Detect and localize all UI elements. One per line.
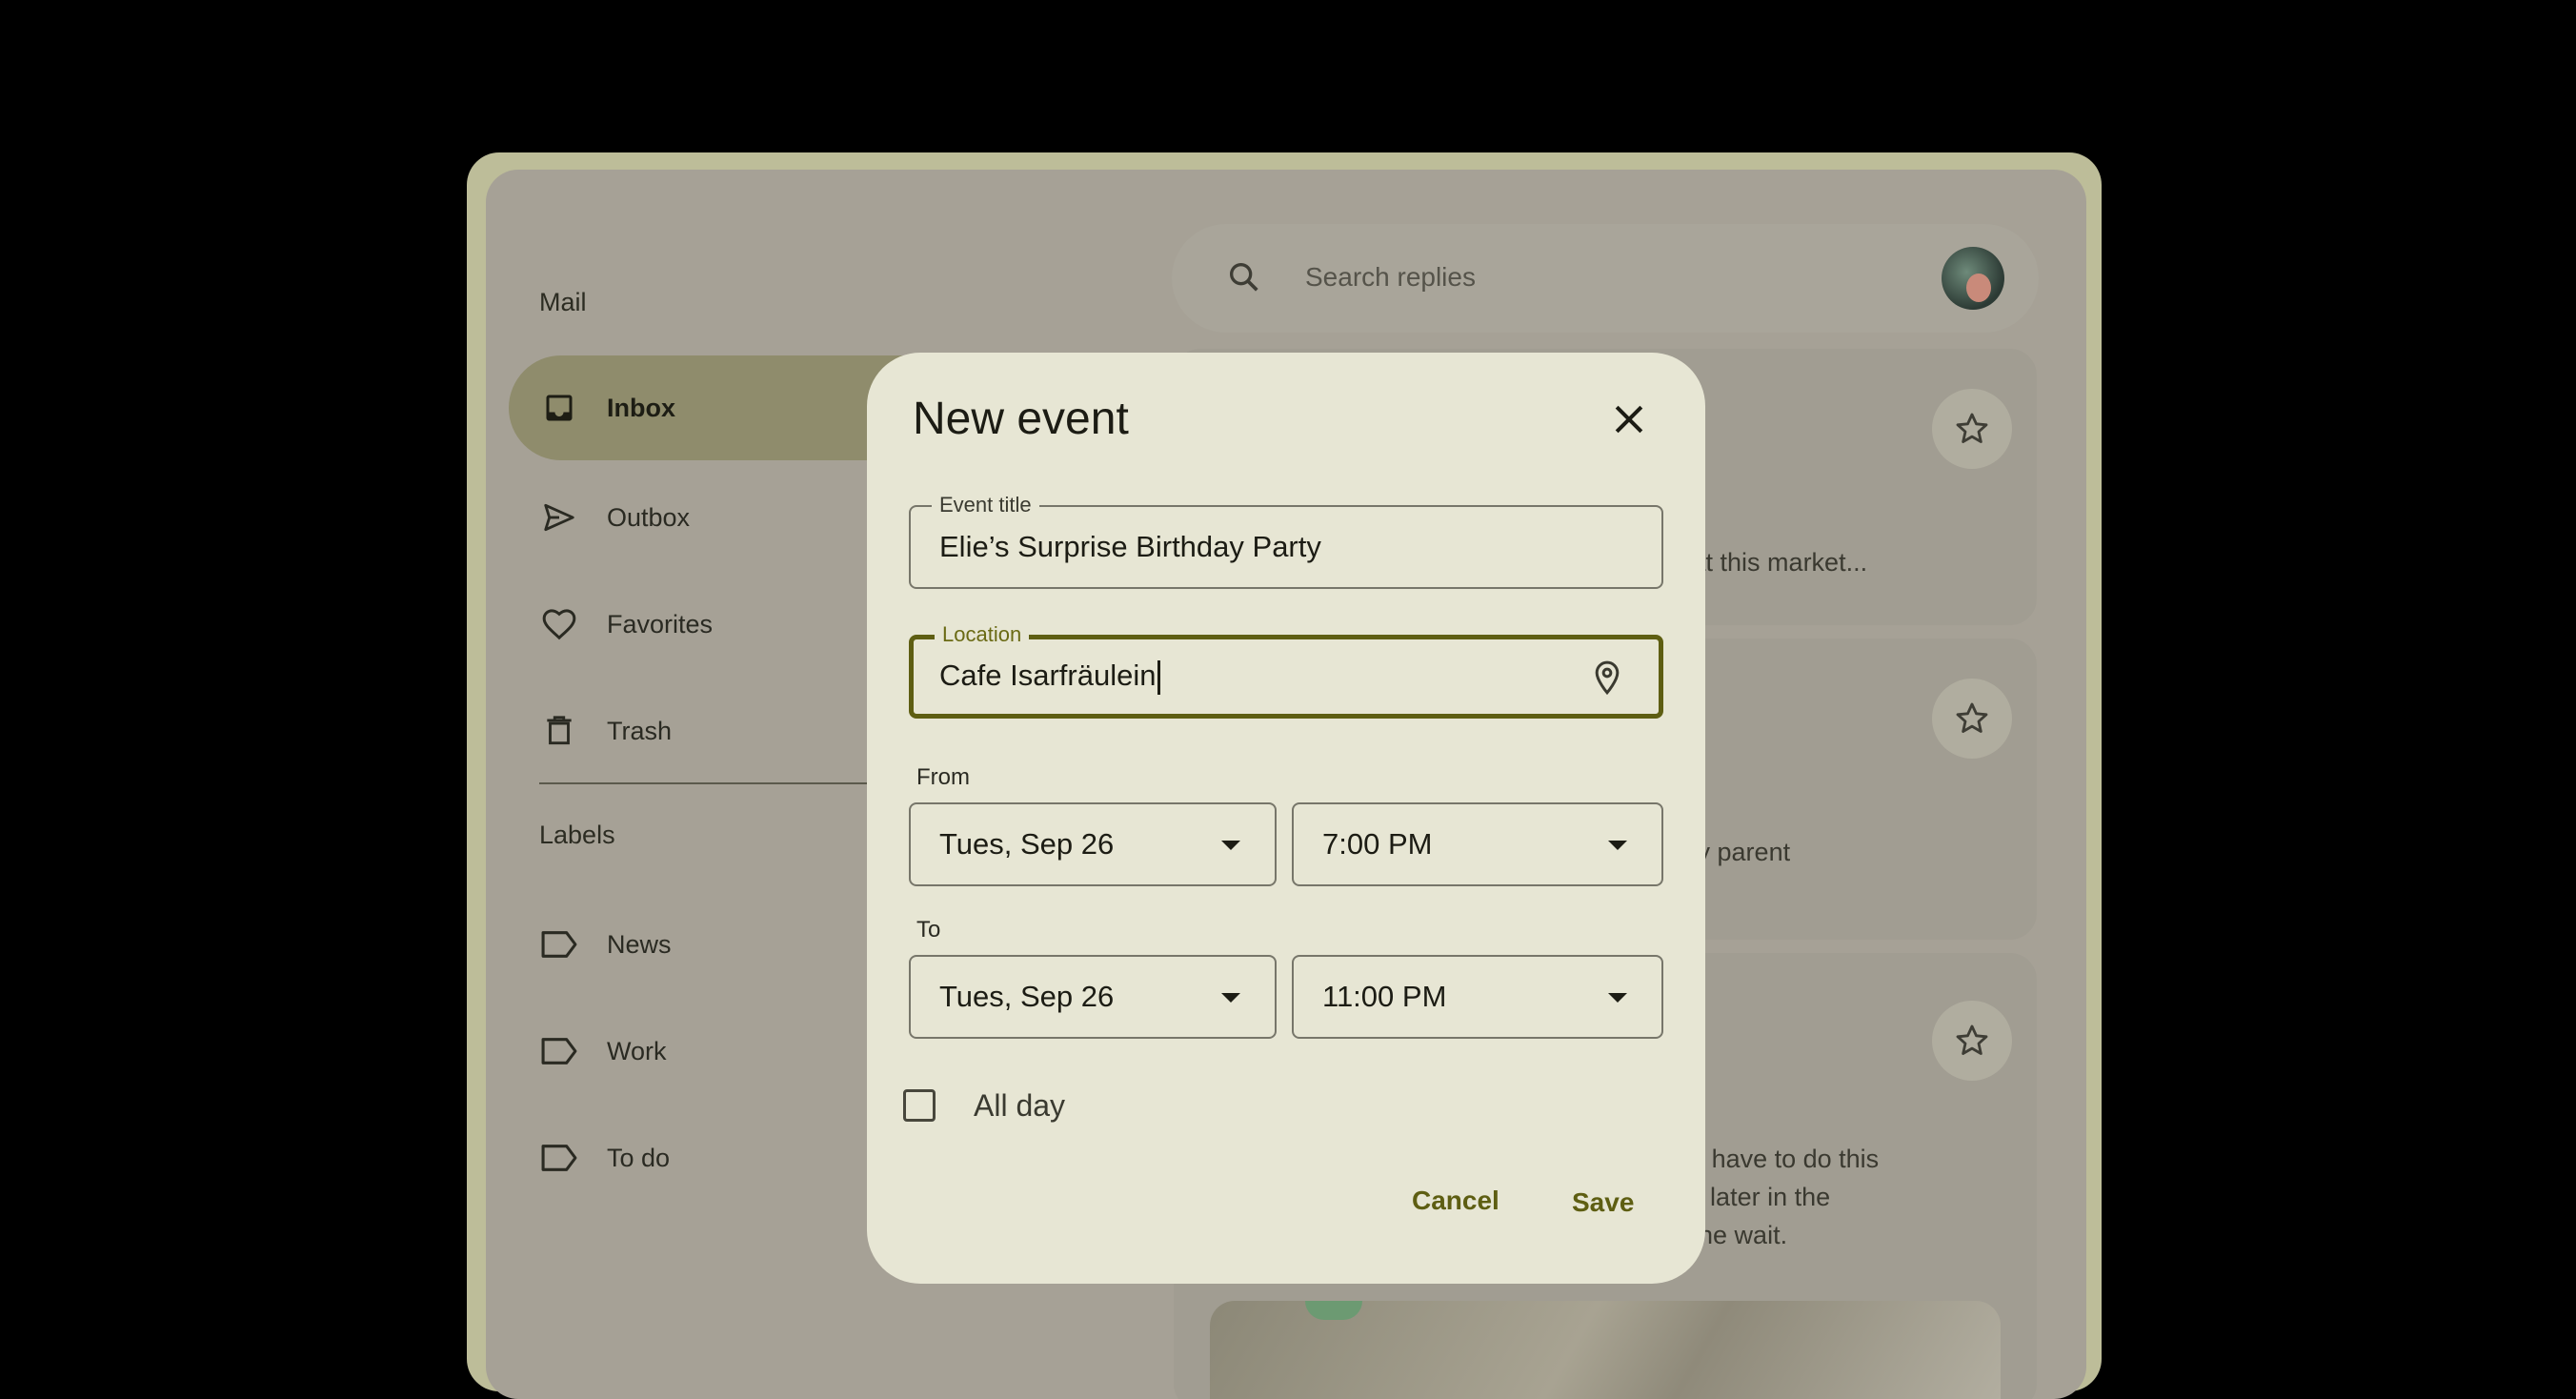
event-title-label: Event title [932,494,1039,517]
search-bar[interactable]: Search replies [1172,224,2039,333]
send-icon [539,497,579,537]
to-label: To [916,917,941,943]
star-icon[interactable] [1932,1001,2012,1081]
sidebar-item-label: Inbox [607,393,675,422]
chevron-down-icon [1221,993,1240,1003]
from-date-value: Tues, Sep 26 [939,827,1115,861]
location-input[interactable]: Cafe Isarfräulein [939,659,1161,695]
save-button[interactable]: Save [1572,1187,1634,1218]
sidebar-item-label: Trash [607,716,673,745]
from-time-select[interactable]: 7:00 PM [1292,802,1663,886]
label-icon [539,1031,579,1071]
from-date-select[interactable]: Tues, Sep 26 [909,802,1277,886]
to-time-select[interactable]: 11:00 PM [1292,955,1663,1039]
sidebar-item-label: Favorites [607,609,714,639]
new-event-dialog: New event Event title Elie’s Surprise Bi… [867,353,1705,1284]
sidebar-item-label: Outbox [607,502,691,532]
to-date-select[interactable]: Tues, Sep 26 [909,955,1277,1039]
heart-icon [539,604,579,644]
from-time-value: 7:00 PM [1322,827,1433,861]
event-title-input[interactable]: Elie’s Surprise Birthday Party [939,530,1321,564]
label-icon [539,1138,579,1178]
avatar[interactable] [1942,247,2004,310]
all-day-checkbox[interactable] [903,1089,936,1122]
location-field[interactable]: Location Cafe Isarfräulein [909,623,1663,719]
search-input[interactable]: Search replies [1305,262,1476,293]
text-caret [1157,659,1161,695]
labels-section-title: Labels [539,821,615,849]
star-icon[interactable] [1932,679,2012,759]
label-icon [539,924,579,964]
mail-section-title: Mail [539,288,587,316]
email-photo [1210,1301,2001,1399]
location-label: Location [935,623,1030,646]
event-title-field[interactable]: Event title Elie’s Surprise Birthday Par… [909,494,1663,589]
close-icon[interactable] [1608,398,1650,440]
sidebar-item-label: News [607,929,672,959]
cancel-button[interactable]: Cancel [1412,1186,1499,1216]
sidebar-item-label: Work [607,1036,667,1065]
all-day-label: All day [974,1088,1066,1123]
star-icon[interactable] [1932,389,2012,469]
inbox-icon [539,388,579,428]
to-date-value: Tues, Sep 26 [939,980,1115,1013]
to-time-value: 11:00 PM [1322,980,1447,1013]
trash-icon [539,711,579,751]
search-icon[interactable] [1225,258,1263,301]
dialog-title: New event [913,394,1129,444]
chevron-down-icon [1608,993,1627,1003]
chevron-down-icon [1608,841,1627,850]
location-pin-icon[interactable] [1588,657,1626,703]
sidebar-item-label: To do [607,1143,671,1172]
from-label: From [916,764,970,790]
chevron-down-icon [1221,841,1240,850]
